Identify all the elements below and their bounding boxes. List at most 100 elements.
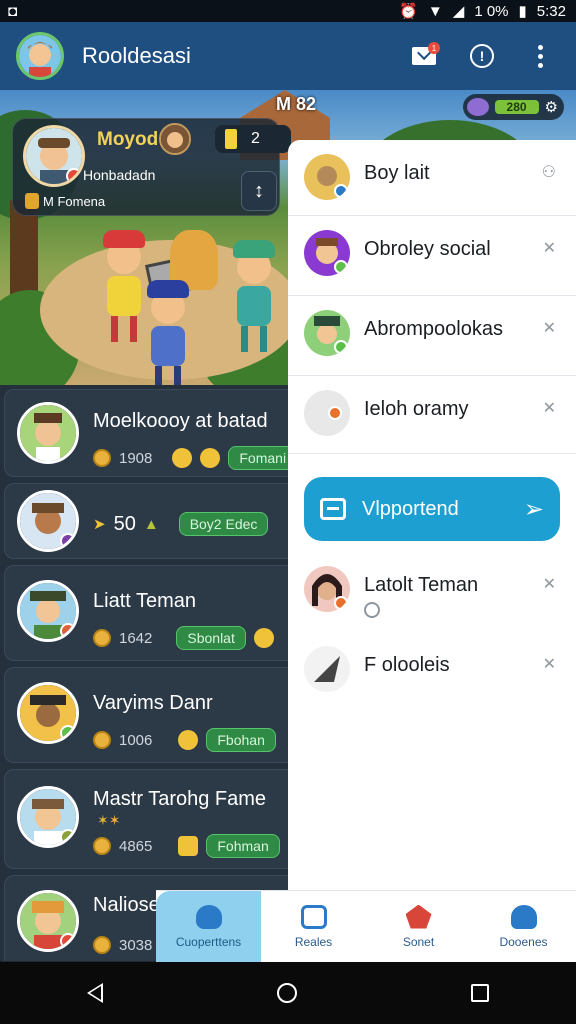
clock-icon (364, 602, 380, 618)
home-icon[interactable] (277, 983, 297, 1003)
recents-icon[interactable] (471, 984, 489, 1002)
sort-arrows-icon: ↕ (254, 179, 264, 202)
friend-avatar (17, 490, 79, 552)
player-subtitle: Honbadadn (83, 167, 156, 183)
message-icon (320, 498, 346, 520)
player-avatar (23, 125, 85, 187)
panel-item[interactable]: Latolt Teman ✕ (288, 552, 576, 642)
gem-icon (466, 98, 489, 116)
player-card[interactable]: Moyod 2 Honbadadn M Fomena ↕ (12, 118, 291, 216)
panel-item[interactable]: Ieloh oramy ✕ (288, 376, 576, 454)
panel-item[interactable]: Obroley social ✕ (288, 216, 576, 296)
item-label: Obroley social (364, 238, 491, 260)
status-dot (60, 533, 76, 549)
status-dot (334, 596, 348, 610)
status-icons: ⏰ ▼ ◢ 1 0% ▮ 5:32 (399, 2, 566, 21)
treasure-icon (178, 836, 199, 856)
emoji-icon (178, 730, 199, 750)
more-vert-icon (537, 44, 543, 68)
close-icon[interactable]: ✕ (543, 574, 556, 594)
mail-button[interactable]: 1 (404, 36, 444, 76)
item-avatar (304, 566, 350, 612)
friend-score: 1006 (119, 731, 153, 749)
friend-name: Moelkoooy at batad (93, 410, 268, 432)
item-label: Abrompoolokas (364, 318, 503, 340)
help-button[interactable]: ! (462, 36, 502, 76)
friend-row[interactable]: ➤ 50 ▲ Boy2 Edec (4, 483, 290, 559)
level-number: 2 (251, 130, 260, 147)
friend-name: Liatt Teman (93, 590, 197, 612)
nav-tab-cooperttens[interactable]: Cuoperttens (156, 891, 261, 962)
status-dot (334, 260, 348, 274)
character[interactable] (230, 240, 278, 352)
wifi-icon: ▼ (427, 2, 443, 20)
item-label: Latolt Teman (364, 574, 479, 596)
message-input-bar[interactable]: Vlpportend ➢ (304, 477, 560, 541)
friend-status-pill[interactable]: Sbonlat (176, 626, 246, 650)
nav-label: Sonet (402, 934, 435, 949)
friend-avatar (17, 580, 79, 642)
message-label: Vlpportend (362, 497, 459, 520)
coin-icon (93, 936, 111, 954)
friend-avatar (17, 402, 79, 464)
friend-avatar (17, 890, 79, 952)
app-title: Rooldesasi (82, 43, 191, 68)
nav-label: Cuoperttens (175, 934, 242, 949)
send-icon[interactable]: ➢ (524, 495, 544, 524)
friend-row[interactable]: Varyims Danr 1006 Fbohan (4, 667, 290, 763)
friend-name: Naliose (93, 894, 160, 916)
currency-display[interactable]: 280 ⚙ (462, 94, 564, 120)
sort-button[interactable]: ↕ (241, 171, 277, 211)
friend-status-pill[interactable]: Fohman (206, 834, 280, 858)
friend-row[interactable]: Liatt Teman 1642 Sbonlat (4, 565, 290, 661)
panel-item[interactable]: Boy lait ⚇ (288, 140, 576, 216)
close-icon[interactable]: ✕ (543, 238, 556, 258)
level-indicator: 2 (215, 125, 291, 153)
friend-row[interactable]: Mastr Tarohg Fame ✶✶ 4865 Fohman (4, 769, 290, 869)
nav-tab-dooenes[interactable]: Dooenes (471, 891, 576, 962)
item-label: Boy lait (364, 162, 430, 184)
status-dot (66, 168, 82, 184)
player-tag: M Fomena (25, 193, 105, 209)
item-avatar (304, 230, 350, 276)
friend-meta: 1642 Sbonlat (93, 626, 274, 650)
item-avatar (304, 646, 350, 692)
status-dot (60, 623, 76, 639)
coin-icon (25, 193, 39, 209)
close-icon[interactable]: ✕ (543, 398, 556, 418)
item-label: F olooleis (364, 654, 450, 676)
panel-item[interactable]: Abrompoolokas ✕ (288, 296, 576, 376)
gear-icon[interactable]: ⚙ (545, 98, 558, 116)
friend-list: Moelkoooy at batad 1908 Fomani ➤ 50 ▲ Bo… (0, 385, 290, 961)
friend-meta: 4865 Fohman (93, 834, 280, 858)
emoji-icon (200, 448, 221, 468)
coin-icon (93, 449, 111, 467)
hut-label: M 82 (276, 94, 317, 114)
character[interactable] (144, 280, 192, 385)
status-dot (328, 406, 342, 420)
friend-score: 3038 (119, 936, 153, 954)
status-dot (60, 725, 76, 741)
user-avatar[interactable] (16, 32, 64, 80)
add-friend-icon[interactable]: ⚇ (542, 162, 556, 182)
character[interactable] (100, 230, 148, 342)
friend-row[interactable]: Moelkoooy at batad 1908 Fomani (4, 389, 290, 477)
friend-status-pill[interactable]: Fomani (228, 446, 290, 470)
triangle-icon: ▲ (143, 515, 159, 533)
more-menu-button[interactable] (520, 36, 560, 76)
nav-tab-sonet[interactable]: Sonet (366, 891, 471, 962)
player-tag-label: M Fomena (43, 193, 106, 209)
friend-status-pill[interactable]: Boy2 Edec (178, 512, 269, 536)
system-nav-bar (0, 962, 576, 1024)
panel-item[interactable]: F olooleis ✕ (288, 632, 576, 712)
bag-icon (195, 904, 222, 929)
alarm-icon: ⏰ (399, 3, 418, 20)
back-icon[interactable] (87, 983, 103, 1003)
nav-tab-reales[interactable]: Reales (261, 891, 366, 962)
friend-status-pill[interactable]: Fbohan (206, 728, 276, 752)
calendar-icon (300, 904, 327, 929)
close-icon[interactable]: ✕ (543, 318, 556, 338)
help-icon: ! (470, 44, 494, 68)
close-icon[interactable]: ✕ (543, 654, 556, 674)
nav-label: Dooenes (499, 934, 548, 949)
